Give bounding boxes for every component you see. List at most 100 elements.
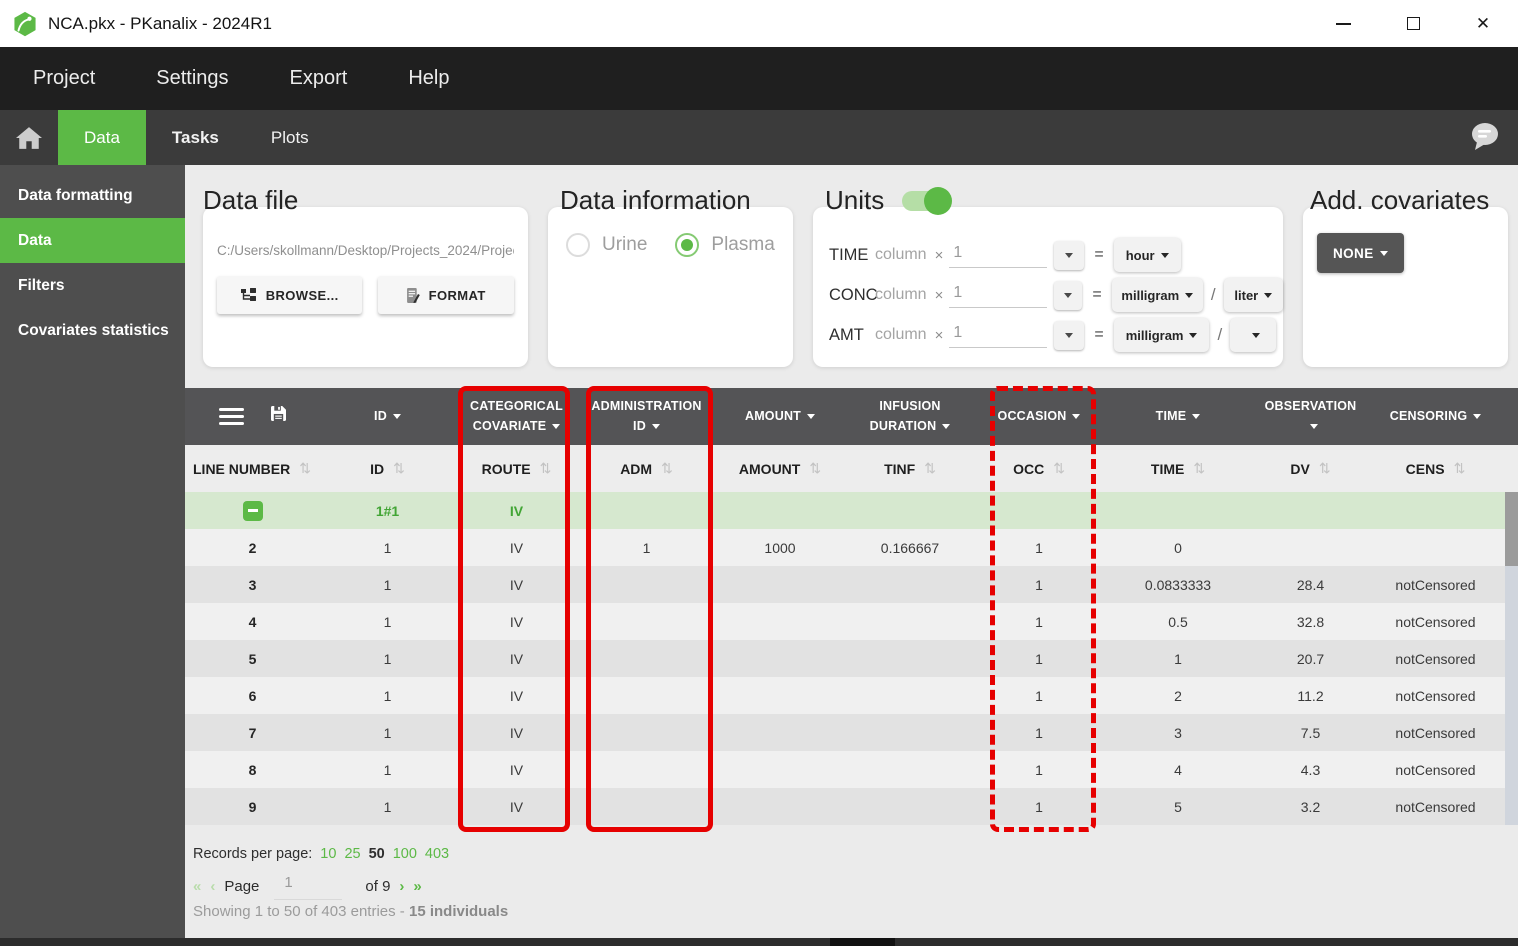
page-size-403[interactable]: 403 [425, 846, 449, 862]
tab-plots[interactable]: Plots [245, 110, 335, 165]
sidebar-item-filters[interactable]: Filters [0, 263, 185, 308]
times-symbol: × [934, 286, 944, 304]
times-symbol: × [934, 326, 944, 344]
sort-icon[interactable] [1193, 460, 1205, 477]
menu-help[interactable]: Help [408, 67, 449, 90]
column-label: column [875, 286, 927, 303]
home-button[interactable] [0, 110, 58, 165]
page-number-input[interactable] [274, 872, 343, 900]
units-row-time: TIME column × = hour [829, 235, 1283, 275]
page-size-25[interactable]: 25 [344, 846, 360, 862]
table-cell-amount [715, 677, 845, 714]
column-type-administration-id[interactable]: ADMINISTRATION ID [578, 388, 715, 445]
table-cell-adm: 1 [642, 539, 651, 556]
chevron-down-icon [1160, 252, 1169, 258]
none-covariates-dropdown[interactable]: NONE [1317, 233, 1404, 273]
slash-symbol: / [1217, 325, 1223, 344]
table-menu-icon[interactable] [218, 407, 244, 426]
units-title: Units [825, 185, 885, 215]
table-cell-cens: notCensored [1395, 798, 1476, 815]
maximize-button[interactable] [1378, 0, 1448, 47]
column-type-observation[interactable]: OBSERVATION [1253, 388, 1368, 445]
sidebar-item-data-formatting[interactable]: Data formatting [0, 173, 185, 218]
units-toggle[interactable] [902, 186, 953, 215]
save-table-icon[interactable] [271, 405, 287, 427]
column-label: column [875, 326, 927, 343]
sort-icon[interactable] [540, 460, 552, 477]
browse-button-label: BROWSE... [265, 287, 339, 303]
conc-factor-input[interactable] [949, 282, 1048, 308]
scrollbar-thumb[interactable] [1505, 492, 1518, 566]
chevron-down-icon [651, 423, 660, 429]
slash-symbol: / [1210, 285, 1216, 304]
last-page-button[interactable]: » [413, 878, 421, 895]
time-factor-input[interactable] [949, 242, 1048, 268]
table-cell-cens: notCensored [1395, 687, 1476, 704]
horizontal-scrollbar-thumb[interactable] [830, 938, 895, 946]
collapse-row-icon[interactable] [242, 500, 263, 521]
column-type-amount[interactable]: AMOUNT [715, 388, 845, 445]
sort-icon[interactable] [924, 460, 936, 477]
tab-data[interactable]: Data [58, 110, 146, 165]
menu-settings[interactable]: Settings [156, 67, 228, 90]
conc-unit-numerator-dropdown[interactable]: milligram [1111, 278, 1203, 312]
column-type-occasion[interactable]: OCCASION [975, 388, 1103, 445]
page-size-100[interactable]: 100 [393, 846, 417, 862]
plasma-radio[interactable] [675, 233, 700, 257]
data-file-path: C:/Users/skollmann/Desktop/Projects_2024… [217, 243, 514, 258]
sort-icon[interactable] [809, 460, 821, 477]
time-unit-dropdown[interactable]: hour [1113, 238, 1181, 272]
conc-factor-dropdown[interactable] [1054, 280, 1083, 310]
sort-icon[interactable] [1053, 460, 1065, 477]
sort-icon[interactable] [299, 460, 311, 477]
table-cell-tinf [845, 640, 975, 677]
column-type-censoring[interactable]: CENSORING [1368, 388, 1503, 445]
amt-factor-dropdown[interactable] [1054, 320, 1085, 350]
column-type-id[interactable]: ID [320, 388, 455, 445]
chat-bubble-icon [1472, 123, 1498, 150]
format-file-icon [406, 287, 420, 303]
sort-icon[interactable] [393, 460, 405, 477]
sort-icon[interactable] [1319, 460, 1331, 477]
amt-unit-denominator-dropdown[interactable] [1230, 318, 1277, 352]
data-file-panel: C:/Users/skollmann/Desktop/Projects_2024… [203, 207, 528, 367]
chevron-down-icon [1309, 423, 1318, 429]
column-type-time[interactable]: TIME [1103, 388, 1253, 445]
urine-radio[interactable] [566, 233, 590, 257]
pagination: « ‹ Page of 9 › » [193, 872, 422, 900]
previous-page-button[interactable]: ‹ [210, 878, 215, 895]
close-button[interactable]: ✕ [1448, 0, 1518, 47]
page-size-50[interactable]: 50 [369, 846, 385, 862]
browse-button[interactable]: BROWSE... [217, 276, 363, 314]
feedback-button[interactable] [1468, 121, 1502, 156]
menu-export[interactable]: Export [290, 67, 348, 90]
sidebar-item-covariates-statistics[interactable]: Covariates statistics [0, 308, 185, 353]
table-cell-dv: 32.8 [1296, 613, 1325, 630]
first-page-button[interactable]: « [193, 878, 201, 895]
table-cell-line: 5 [248, 650, 257, 667]
conc-unit-denominator-dropdown[interactable]: liter [1223, 278, 1283, 312]
table-cell-id: 1 [383, 539, 392, 556]
column-type-infusion-duration[interactable]: INFUSION DURATION [845, 388, 975, 445]
sidebar-item-data[interactable]: Data [0, 218, 185, 263]
sort-icon[interactable] [661, 460, 673, 477]
time-factor-dropdown[interactable] [1054, 240, 1085, 270]
amt-factor-input[interactable] [949, 322, 1048, 348]
units-row-amt: AMT column × = milligram / [829, 315, 1283, 355]
menu-project[interactable]: Project [33, 67, 95, 90]
table-cell-amount [715, 714, 845, 751]
next-page-button[interactable]: › [399, 878, 404, 895]
col-dv: DV [1290, 460, 1310, 477]
page-size-10[interactable]: 10 [320, 846, 336, 862]
chevron-down-icon [1185, 292, 1194, 298]
tab-tasks[interactable]: Tasks [146, 110, 245, 165]
amt-unit-numerator-dropdown[interactable]: milligram [1113, 318, 1210, 352]
column-type-categorical-covariate[interactable]: CATEGORICAL COVARIATE [455, 388, 578, 445]
data-information-title: Data information [560, 185, 751, 215]
table-cell-time: 0 [1174, 539, 1182, 556]
table-cell-adm [578, 677, 715, 714]
minimize-button[interactable] [1308, 0, 1378, 47]
sort-icon[interactable] [1454, 460, 1466, 477]
format-button[interactable]: FORMAT [378, 276, 514, 314]
pkanalix-window: NCA.pkx - PKanalix - 2024R1 ✕ Project Se… [0, 0, 1518, 946]
